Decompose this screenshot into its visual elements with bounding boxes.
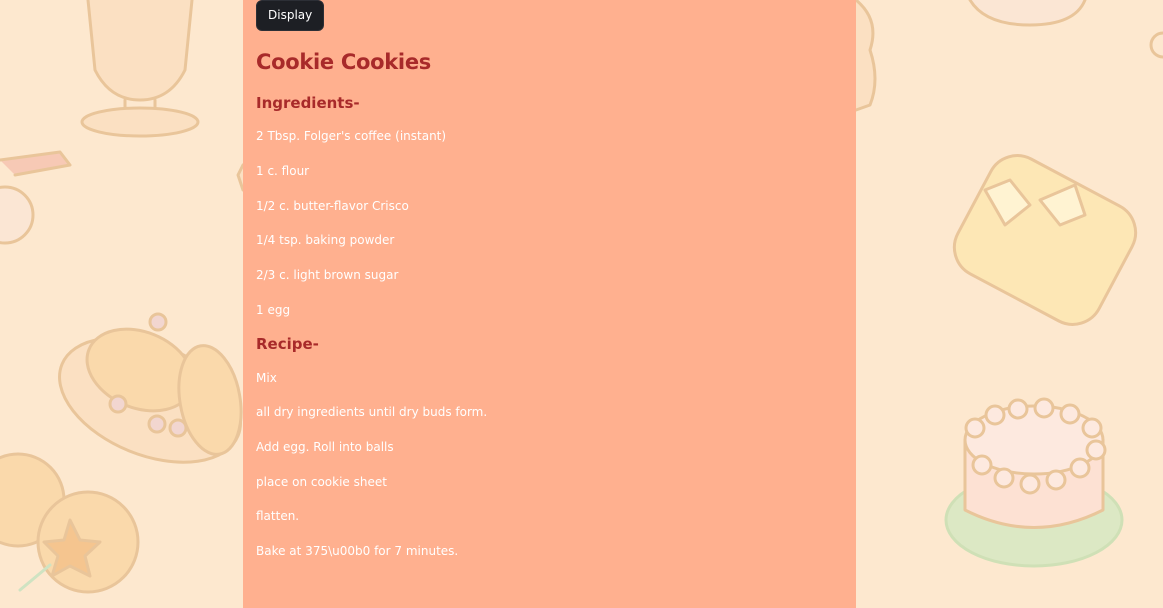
display-button[interactable]: Display [256,0,325,31]
ingredient-item: 1/2 c. butter-flavor Crisco [256,199,409,213]
ingredient-item: 2 Tbsp. Folger's coffee (instant) [256,129,447,143]
straw-cup-icon [0,150,72,245]
recipe-step: flatten. [256,509,300,523]
recipe-step: place on cookie sheet [256,475,387,489]
recipe-step: Bake at 375\u00b0 for 7 minutes. [256,544,459,558]
parfait-glass-icon [80,0,200,138]
cake-icon [944,397,1124,568]
recipe-step: Mix [256,371,277,385]
ingredient-item: 1 egg [256,303,291,317]
dessert-edge-icon [854,0,877,112]
ingredient-item: 2/3 c. light brown sugar [256,268,399,282]
plate-icon [968,0,1163,59]
cookies-icon [0,452,140,594]
ingredient-item: 1 c. flour [256,164,310,178]
recipe-heading: Recipe- [256,335,319,353]
cinnamon-roll-plate-icon [58,312,243,464]
ingredients-heading: Ingredients- [256,94,360,112]
recipe-step: Add egg. Roll into balls [256,440,394,454]
recipe-title: Cookie Cookies [256,50,431,74]
pudding-icon [952,154,1138,326]
ingredient-item: 1/4 tsp. baking powder [256,233,395,247]
recipe-step: all dry ingredients until dry buds form. [256,405,488,419]
recipe-panel: Display Cookie Cookies Ingredients- 2 Tb… [243,0,856,608]
